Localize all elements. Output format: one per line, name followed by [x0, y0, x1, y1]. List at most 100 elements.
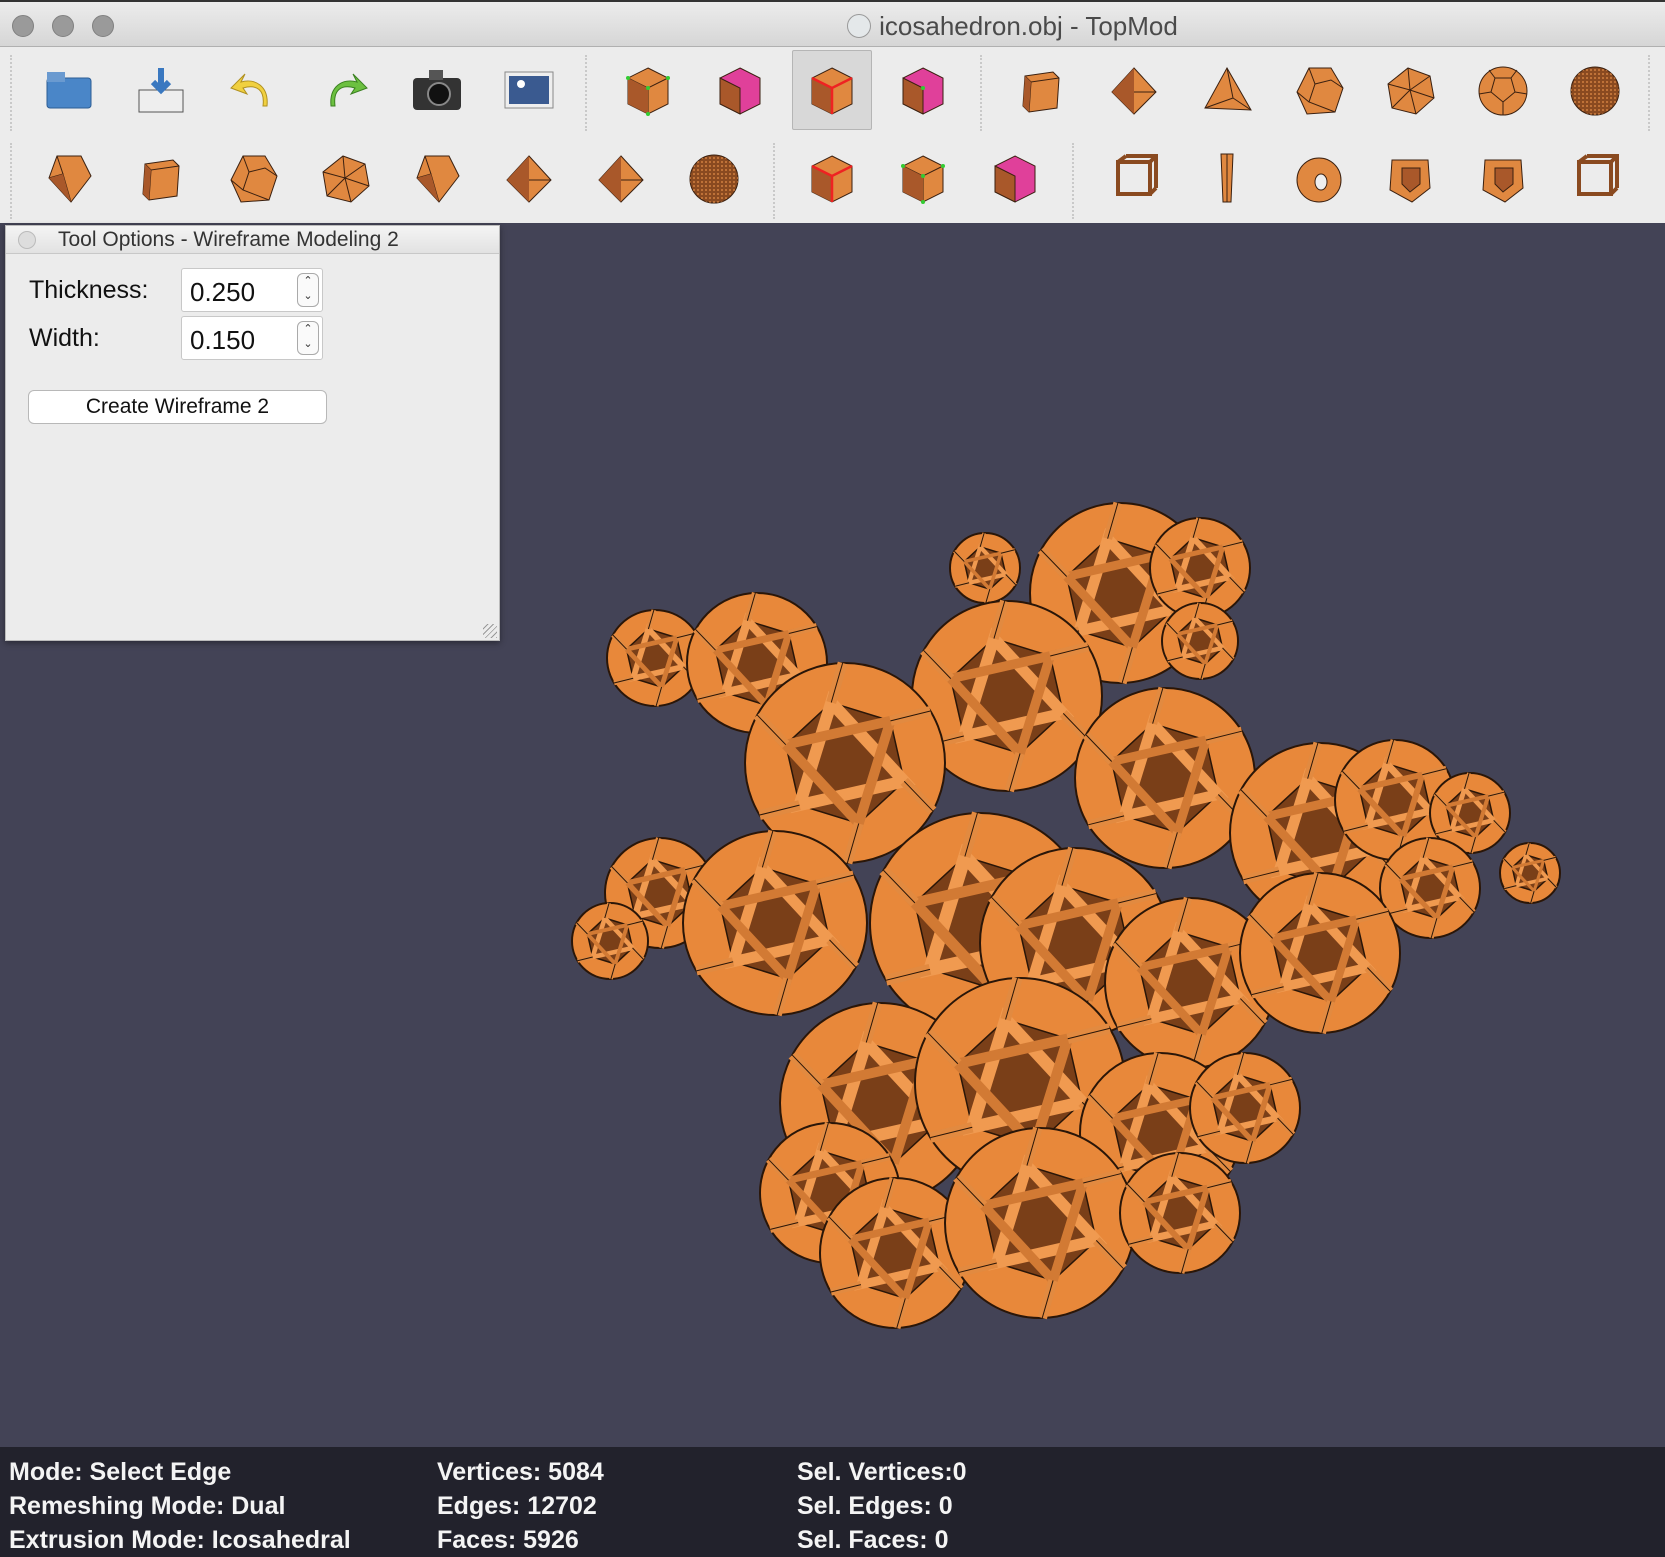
screenshot-button[interactable]: [397, 50, 477, 130]
render-image-button[interactable]: [489, 50, 569, 130]
wireframe-icon: [1116, 154, 1158, 196]
redo-button[interactable]: [305, 50, 385, 130]
toolbar-separator: [1648, 55, 1650, 131]
save-icon: [138, 68, 184, 113]
thickness-label: Thickness:: [29, 276, 149, 304]
toolbar-separator: [10, 143, 12, 219]
subdivide-button[interactable]: [674, 138, 754, 218]
double-stellate-button[interactable]: [581, 138, 661, 218]
cube-corner-icon: [902, 67, 944, 115]
wireframe-2-button[interactable]: [1555, 138, 1635, 218]
torus-button[interactable]: [1279, 138, 1359, 218]
extrude-icon: [48, 155, 92, 203]
dodecahedron-icon: [1296, 67, 1344, 115]
window-title: icosahedron.obj - TopMod: [0, 11, 1665, 42]
folder-icon: [46, 72, 92, 109]
octahedron-button[interactable]: [1094, 50, 1174, 130]
geodesic-sphere-button[interactable]: [1555, 50, 1635, 130]
resize-grip-icon[interactable]: [483, 624, 497, 638]
wireframe-icon: [1577, 154, 1619, 196]
hole-icon: [1482, 159, 1524, 203]
window-title-text: icosahedron.obj - TopMod: [879, 11, 1178, 41]
hole-button[interactable]: [1370, 138, 1450, 218]
thickness-spinbox[interactable]: 0.250 ⌃ ⌄: [181, 268, 323, 312]
open-file-button[interactable]: [29, 50, 109, 130]
select-edge-button[interactable]: [792, 50, 872, 130]
tetrahedron-button[interactable]: [1187, 50, 1267, 130]
mesh-cell: [682, 829, 868, 1017]
sphere-icon: [689, 154, 739, 204]
mesh-cell: [1161, 602, 1239, 680]
octahedron-icon: [1111, 67, 1157, 115]
mesh-cell: [1189, 1052, 1301, 1164]
panel-close-button[interactable]: [18, 231, 36, 249]
delete-face-button[interactable]: [975, 138, 1055, 218]
status-extrusion: Extrusion Mode: Icosahedral: [9, 1526, 351, 1554]
toolbar-separator: [10, 55, 12, 131]
hole-icon: [1389, 159, 1431, 203]
thickness-stepper-icon[interactable]: ⌃ ⌄: [297, 273, 319, 307]
soccer-ball-button[interactable]: [1463, 50, 1543, 130]
select-face-button[interactable]: [700, 50, 780, 130]
torus-icon: [1296, 157, 1342, 203]
column-button[interactable]: [1187, 138, 1267, 218]
dodecahedron-icon: [230, 155, 278, 203]
toolbar-separator: [1072, 143, 1074, 219]
undo-button[interactable]: [213, 50, 293, 130]
icosahedron-button[interactable]: [1370, 50, 1450, 130]
mesh-cell: [944, 1126, 1136, 1320]
cube-vertex-icon: [626, 67, 670, 116]
width-label: Width:: [29, 324, 100, 352]
panel-title-bar[interactable]: Tool Options - Wireframe Modeling 2: [6, 226, 499, 254]
cube-edge-icon: [811, 67, 853, 115]
wireframe-button[interactable]: [1094, 138, 1174, 218]
create-wireframe-button[interactable]: Create Wireframe 2: [28, 390, 327, 424]
connect-edges-button[interactable]: [883, 138, 963, 218]
dodecahedral-extrude-button[interactable]: [213, 138, 293, 218]
cube-edge-icon: [811, 155, 853, 203]
icosahedron-icon: [322, 155, 370, 203]
camera-icon: [413, 70, 461, 110]
status-vertices: Vertices: 5084: [437, 1458, 604, 1486]
extrude-cube-button[interactable]: [121, 138, 201, 218]
dome-extrude-button[interactable]: [397, 138, 477, 218]
width-stepper-icon[interactable]: ⌃ ⌄: [297, 321, 319, 355]
mesh-cell: [1239, 871, 1401, 1035]
mesh-cell: [1499, 842, 1561, 904]
cube-face-icon: [719, 67, 761, 115]
select-vertex-button[interactable]: [608, 50, 688, 130]
extrude-face-button[interactable]: [29, 138, 109, 218]
status-sel-vertices: Sel. Vertices:0: [797, 1458, 967, 1486]
toolbar-separator: [585, 55, 587, 131]
thickness-value[interactable]: 0.250: [190, 277, 255, 307]
dodecahedron-button[interactable]: [1279, 50, 1359, 130]
mesh-cell: [949, 532, 1021, 604]
status-remeshing: Remeshing Mode: Dual: [9, 1492, 286, 1520]
icosahedral-extrude-button[interactable]: [305, 138, 385, 218]
soccerball-icon: [1478, 66, 1528, 116]
cube-icon: [1022, 71, 1060, 113]
icosahedron-icon: [1387, 67, 1435, 115]
width-spinbox[interactable]: 0.150 ⌃ ⌄: [181, 316, 323, 360]
mesh-cell: [1074, 686, 1256, 870]
cube-button[interactable]: [1001, 50, 1081, 130]
panel-title: Tool Options - Wireframe Modeling 2: [58, 228, 399, 251]
cube-vertex-icon: [901, 155, 945, 204]
cube-face-icon: [994, 155, 1036, 203]
toolbar-separator: [980, 55, 982, 131]
status-sel-edges: Sel. Edges: 0: [797, 1492, 953, 1520]
redo-icon: [330, 73, 368, 107]
width-value[interactable]: 0.150: [190, 325, 255, 355]
stellate-button[interactable]: [489, 138, 569, 218]
octahedron-icon: [506, 155, 552, 203]
extrude-icon: [416, 155, 460, 203]
select-corner-button[interactable]: [883, 50, 963, 130]
toolbar-separator: [773, 143, 775, 219]
column-icon: [1220, 153, 1234, 203]
frame-button[interactable]: [1463, 138, 1543, 218]
tool-options-panel: Tool Options - Wireframe Modeling 2 Thic…: [5, 225, 500, 641]
cube-icon: [142, 159, 180, 201]
save-file-button[interactable]: [121, 50, 201, 130]
mesh-cell: [1119, 1152, 1241, 1274]
insert-edge-button[interactable]: [792, 138, 872, 218]
